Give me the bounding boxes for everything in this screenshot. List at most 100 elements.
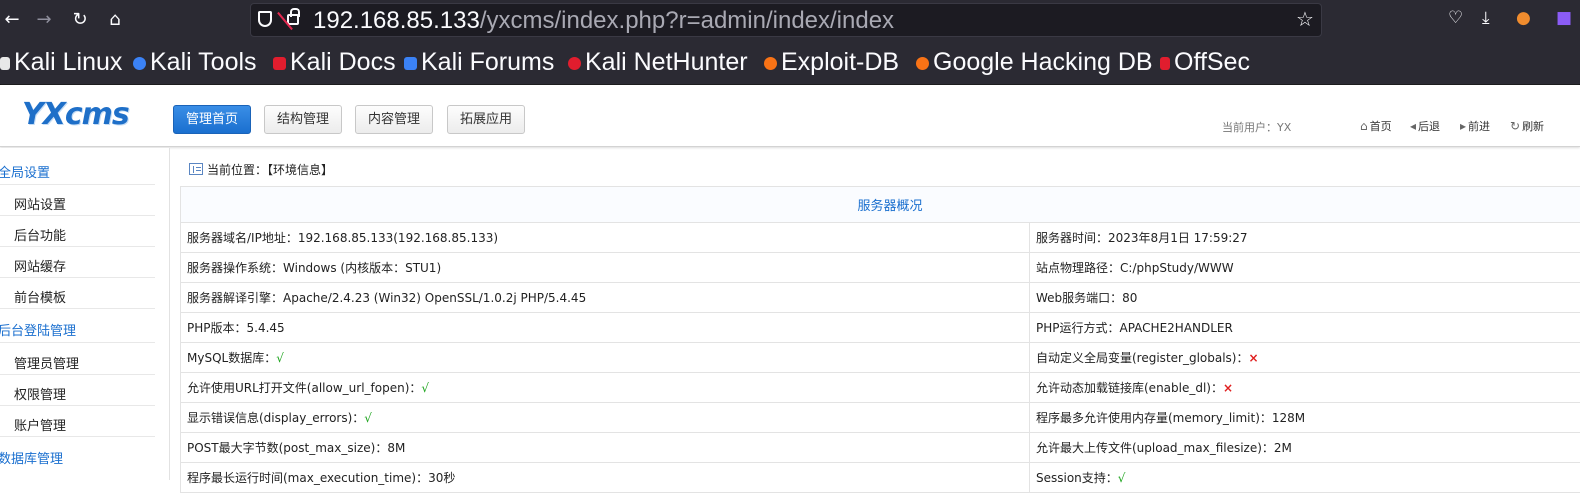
info-label: Session支持： (1036, 471, 1118, 485)
menu-content[interactable]: 内容管理 (355, 105, 433, 134)
forward-arrow-icon[interactable]: → (32, 8, 56, 32)
table-row: 服务器操作系统：Windows (内核版本：STU1)站点物理路径：C:/php… (181, 253, 1580, 283)
sidebar-item-site-cache[interactable]: 网站缓存 (14, 256, 66, 275)
info-value: 5.4.45 (247, 321, 285, 335)
sidebar-group-database[interactable]: 数据库管理 (0, 448, 63, 467)
admin-header: YXcms 管理首页 结构管理 内容管理 拓展应用 当前用户：YX ⌂首页 ◂后… (0, 85, 1580, 147)
menu-admin-home[interactable]: 管理首页 (173, 105, 251, 134)
forward-icon: ▸ (1460, 119, 1466, 133)
divider (0, 184, 155, 185)
back-icon: ◂ (1410, 119, 1416, 133)
ghdb-icon (916, 57, 929, 70)
extension-2-icon[interactable]: ■ (1556, 8, 1572, 28)
sidebar-group-global[interactable]: 全局设置 (0, 162, 50, 181)
info-value: 128M (1272, 411, 1305, 425)
info-label: MySQL数据库： (187, 351, 276, 365)
info-label: 程序最多允许使用内存量(memory_limit)： (1036, 411, 1272, 425)
bookmarks-toolbar: Kali Linux Kali Tools Kali Docs Kali For… (0, 42, 1580, 85)
url-host: 192.168.85.133 (313, 7, 480, 34)
back-arrow-icon[interactable]: ← (0, 8, 24, 32)
table-title: 服务器概况 (181, 187, 1580, 223)
sidebar-item-admin-management[interactable]: 管理员管理 (14, 353, 79, 372)
server-info-table: 服务器概况 服务器域名/IP地址：192.168.85.133(192.168.… (180, 186, 1580, 493)
divider (0, 374, 155, 375)
info-cell-right: 程序最多允许使用内存量(memory_limit)：128M (1030, 403, 1580, 433)
nav-refresh[interactable]: ↻刷新 (1510, 118, 1544, 134)
bookmark-label: Exploit-DB (781, 48, 899, 76)
nav-refresh-label: 刷新 (1522, 120, 1544, 133)
bookmark-kali-linux[interactable]: Kali Linux (0, 48, 122, 77)
home-icon: ⌂ (1360, 119, 1368, 133)
info-cell-left: 服务器域名/IP地址：192.168.85.133(192.168.85.133… (181, 223, 1030, 253)
sidebar-group-login[interactable]: 后台登陆管理 (0, 320, 76, 339)
info-value: 8M (387, 441, 405, 455)
browser-toolbar: ← → ↻ ⌂ 192.168.85.133/yxcms/index.php?r… (0, 0, 1580, 42)
sidebar-item-site-settings[interactable]: 网站设置 (14, 194, 66, 213)
divider (0, 342, 155, 343)
info-value: √ (276, 351, 284, 365)
sidebar-item-frontend-templates[interactable]: 前台模板 (14, 287, 66, 306)
info-value: 80 (1122, 291, 1137, 305)
yxcms-logo[interactable]: YXcms (22, 97, 129, 132)
info-label: PHP版本： (187, 321, 247, 335)
sidebar-item-accounts[interactable]: 账户管理 (14, 415, 66, 434)
table-row: 显示错误信息(display_errors)：√程序最多允许使用内存量(memo… (181, 403, 1580, 433)
bookmark-star-icon[interactable]: ☆ (1296, 7, 1314, 31)
kali-forums-icon (404, 57, 417, 70)
info-label: 服务器解译引擎： (187, 291, 283, 305)
info-label: 显示错误信息(display_errors)： (187, 411, 364, 425)
info-cell-right: 服务器时间：2023年8月1日 17:59:27 (1030, 223, 1580, 253)
bookmark-label: Google Hacking DB (933, 48, 1153, 76)
home-icon[interactable]: ⌂ (103, 8, 127, 32)
kali-tools-icon (133, 57, 146, 70)
info-label: 允许使用URL打开文件(allow_url_fopen)： (187, 381, 421, 395)
divider (0, 215, 155, 216)
divider (0, 405, 155, 406)
url-bar[interactable]: 192.168.85.133/yxcms/index.php?r=admin/i… (250, 3, 1322, 37)
breadcrumb: 当前位置：【环境信息】 (189, 161, 333, 178)
bookmark-exploit-db[interactable]: Exploit-DB (764, 48, 899, 77)
info-cell-right: 允许动态加载链接库(enable_dl)：× (1030, 373, 1580, 403)
bookmark-label: OffSec (1174, 48, 1250, 76)
table-row: 程序最长运行时间(max_execution_time)：30秒Session支… (181, 463, 1580, 493)
info-label: 站点物理路径： (1036, 261, 1120, 275)
info-value: APACHE2HANDLER (1120, 321, 1233, 335)
location-icon (189, 163, 203, 175)
bookmark-google-hacking-db[interactable]: Google Hacking DB (916, 48, 1153, 77)
reload-icon[interactable]: ↻ (68, 8, 92, 32)
info-value: Windows (内核版本：STU1) (283, 261, 441, 275)
kali-docs-icon (273, 57, 286, 70)
menu-extensions[interactable]: 拓展应用 (447, 105, 525, 134)
bookmark-offsec[interactable]: OffSec (1160, 48, 1250, 77)
kali-nethunter-icon (568, 57, 581, 70)
info-label: 服务器操作系统： (187, 261, 283, 275)
nav-forward[interactable]: ▸前进 (1460, 118, 1490, 134)
divider (0, 308, 155, 309)
bookmark-kali-forums[interactable]: Kali Forums (404, 48, 554, 77)
info-cell-left: 允许使用URL打开文件(allow_url_fopen)：√ (181, 373, 1030, 403)
table-header-row: 服务器概况 (181, 187, 1580, 223)
nav-home[interactable]: ⌂首页 (1360, 118, 1392, 134)
bookmark-kali-docs[interactable]: Kali Docs (273, 48, 396, 77)
nav-back[interactable]: ◂后退 (1410, 118, 1440, 134)
info-label: POST最大字节数(post_max_size)： (187, 441, 387, 455)
menu-structure[interactable]: 结构管理 (264, 105, 342, 134)
info-label: 自动定义全局变量(register_globals)： (1036, 351, 1249, 365)
sidebar-item-permissions[interactable]: 权限管理 (14, 384, 66, 403)
info-value: 2023年8月1日 17:59:27 (1108, 231, 1248, 245)
extension-icon[interactable]: ● (1516, 8, 1531, 28)
page-content: YXcms 管理首页 结构管理 内容管理 拓展应用 当前用户：YX ⌂首页 ◂后… (0, 85, 1580, 480)
bookmark-kali-tools[interactable]: Kali Tools (133, 48, 257, 77)
info-value: Apache/2.4.23 (Win32) OpenSSL/1.0.2j PHP… (283, 291, 586, 305)
info-value: √ (1118, 471, 1126, 485)
exploit-db-icon (764, 57, 777, 70)
offsec-icon (1160, 57, 1170, 70)
info-cell-right: PHP运行方式：APACHE2HANDLER (1030, 313, 1580, 343)
bookmark-kali-nethunter[interactable]: Kali NetHunter (568, 48, 748, 77)
pocket-icon[interactable]: ♡ (1448, 8, 1463, 28)
downloads-icon[interactable]: ⤓ (1482, 8, 1490, 28)
nav-forward-label: 前进 (1468, 120, 1490, 133)
divider (0, 246, 155, 247)
tracking-shield-icon[interactable] (258, 11, 272, 27)
sidebar-item-backend-functions[interactable]: 后台功能 (14, 225, 66, 244)
